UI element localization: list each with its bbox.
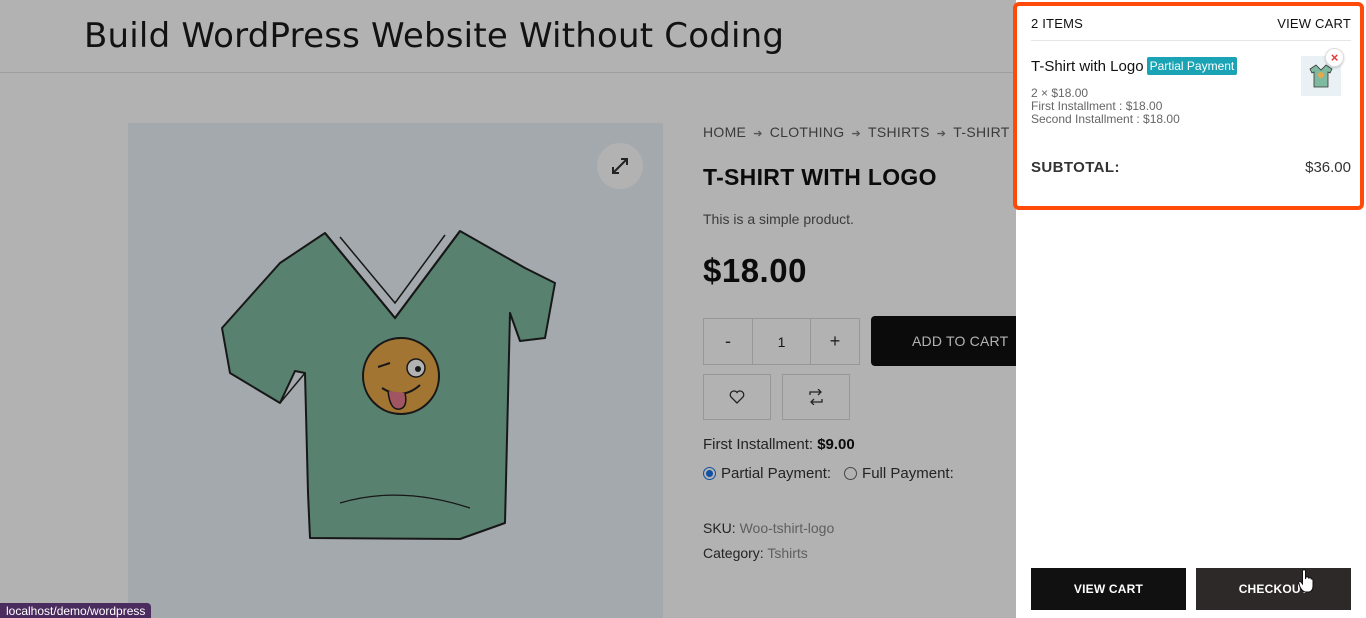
remove-item-button[interactable]: × (1325, 48, 1344, 67)
cart-backdrop-overlay[interactable] (0, 0, 1016, 618)
view-cart-button[interactable]: VIEW CART (1031, 568, 1186, 610)
partial-payment-badge: Partial Payment (1146, 57, 1238, 75)
mini-cart-view-cart-link[interactable]: VIEW CART (1277, 16, 1351, 31)
hand-pointer-icon (1298, 569, 1314, 593)
mini-cart-header: 2 ITEMS VIEW CART (1031, 16, 1351, 31)
mini-cart-second-installment: Second Installment : $18.00 (1031, 112, 1180, 126)
status-bar-url: localhost/demo/wordpress (0, 603, 152, 618)
mini-cart-item-title: T-Shirt with Logo Partial Payment (1031, 57, 1238, 75)
checkout-button[interactable]: CHECKOUT (1196, 568, 1351, 610)
mini-cart-first-installment: First Installment : $18.00 (1031, 99, 1163, 113)
mini-cart-item-name[interactable]: T-Shirt with Logo (1031, 58, 1144, 75)
tshirt-thumbnail-icon (1309, 64, 1333, 88)
subtotal-value: $36.00 (1305, 159, 1351, 176)
mini-cart-divider (1031, 40, 1351, 41)
subtotal-label: SUBTOTAL: (1031, 159, 1120, 176)
mini-cart-item-count: 2 ITEMS (1031, 16, 1083, 31)
mini-cart-item-qty-price: 2 × $18.00 (1031, 86, 1089, 100)
